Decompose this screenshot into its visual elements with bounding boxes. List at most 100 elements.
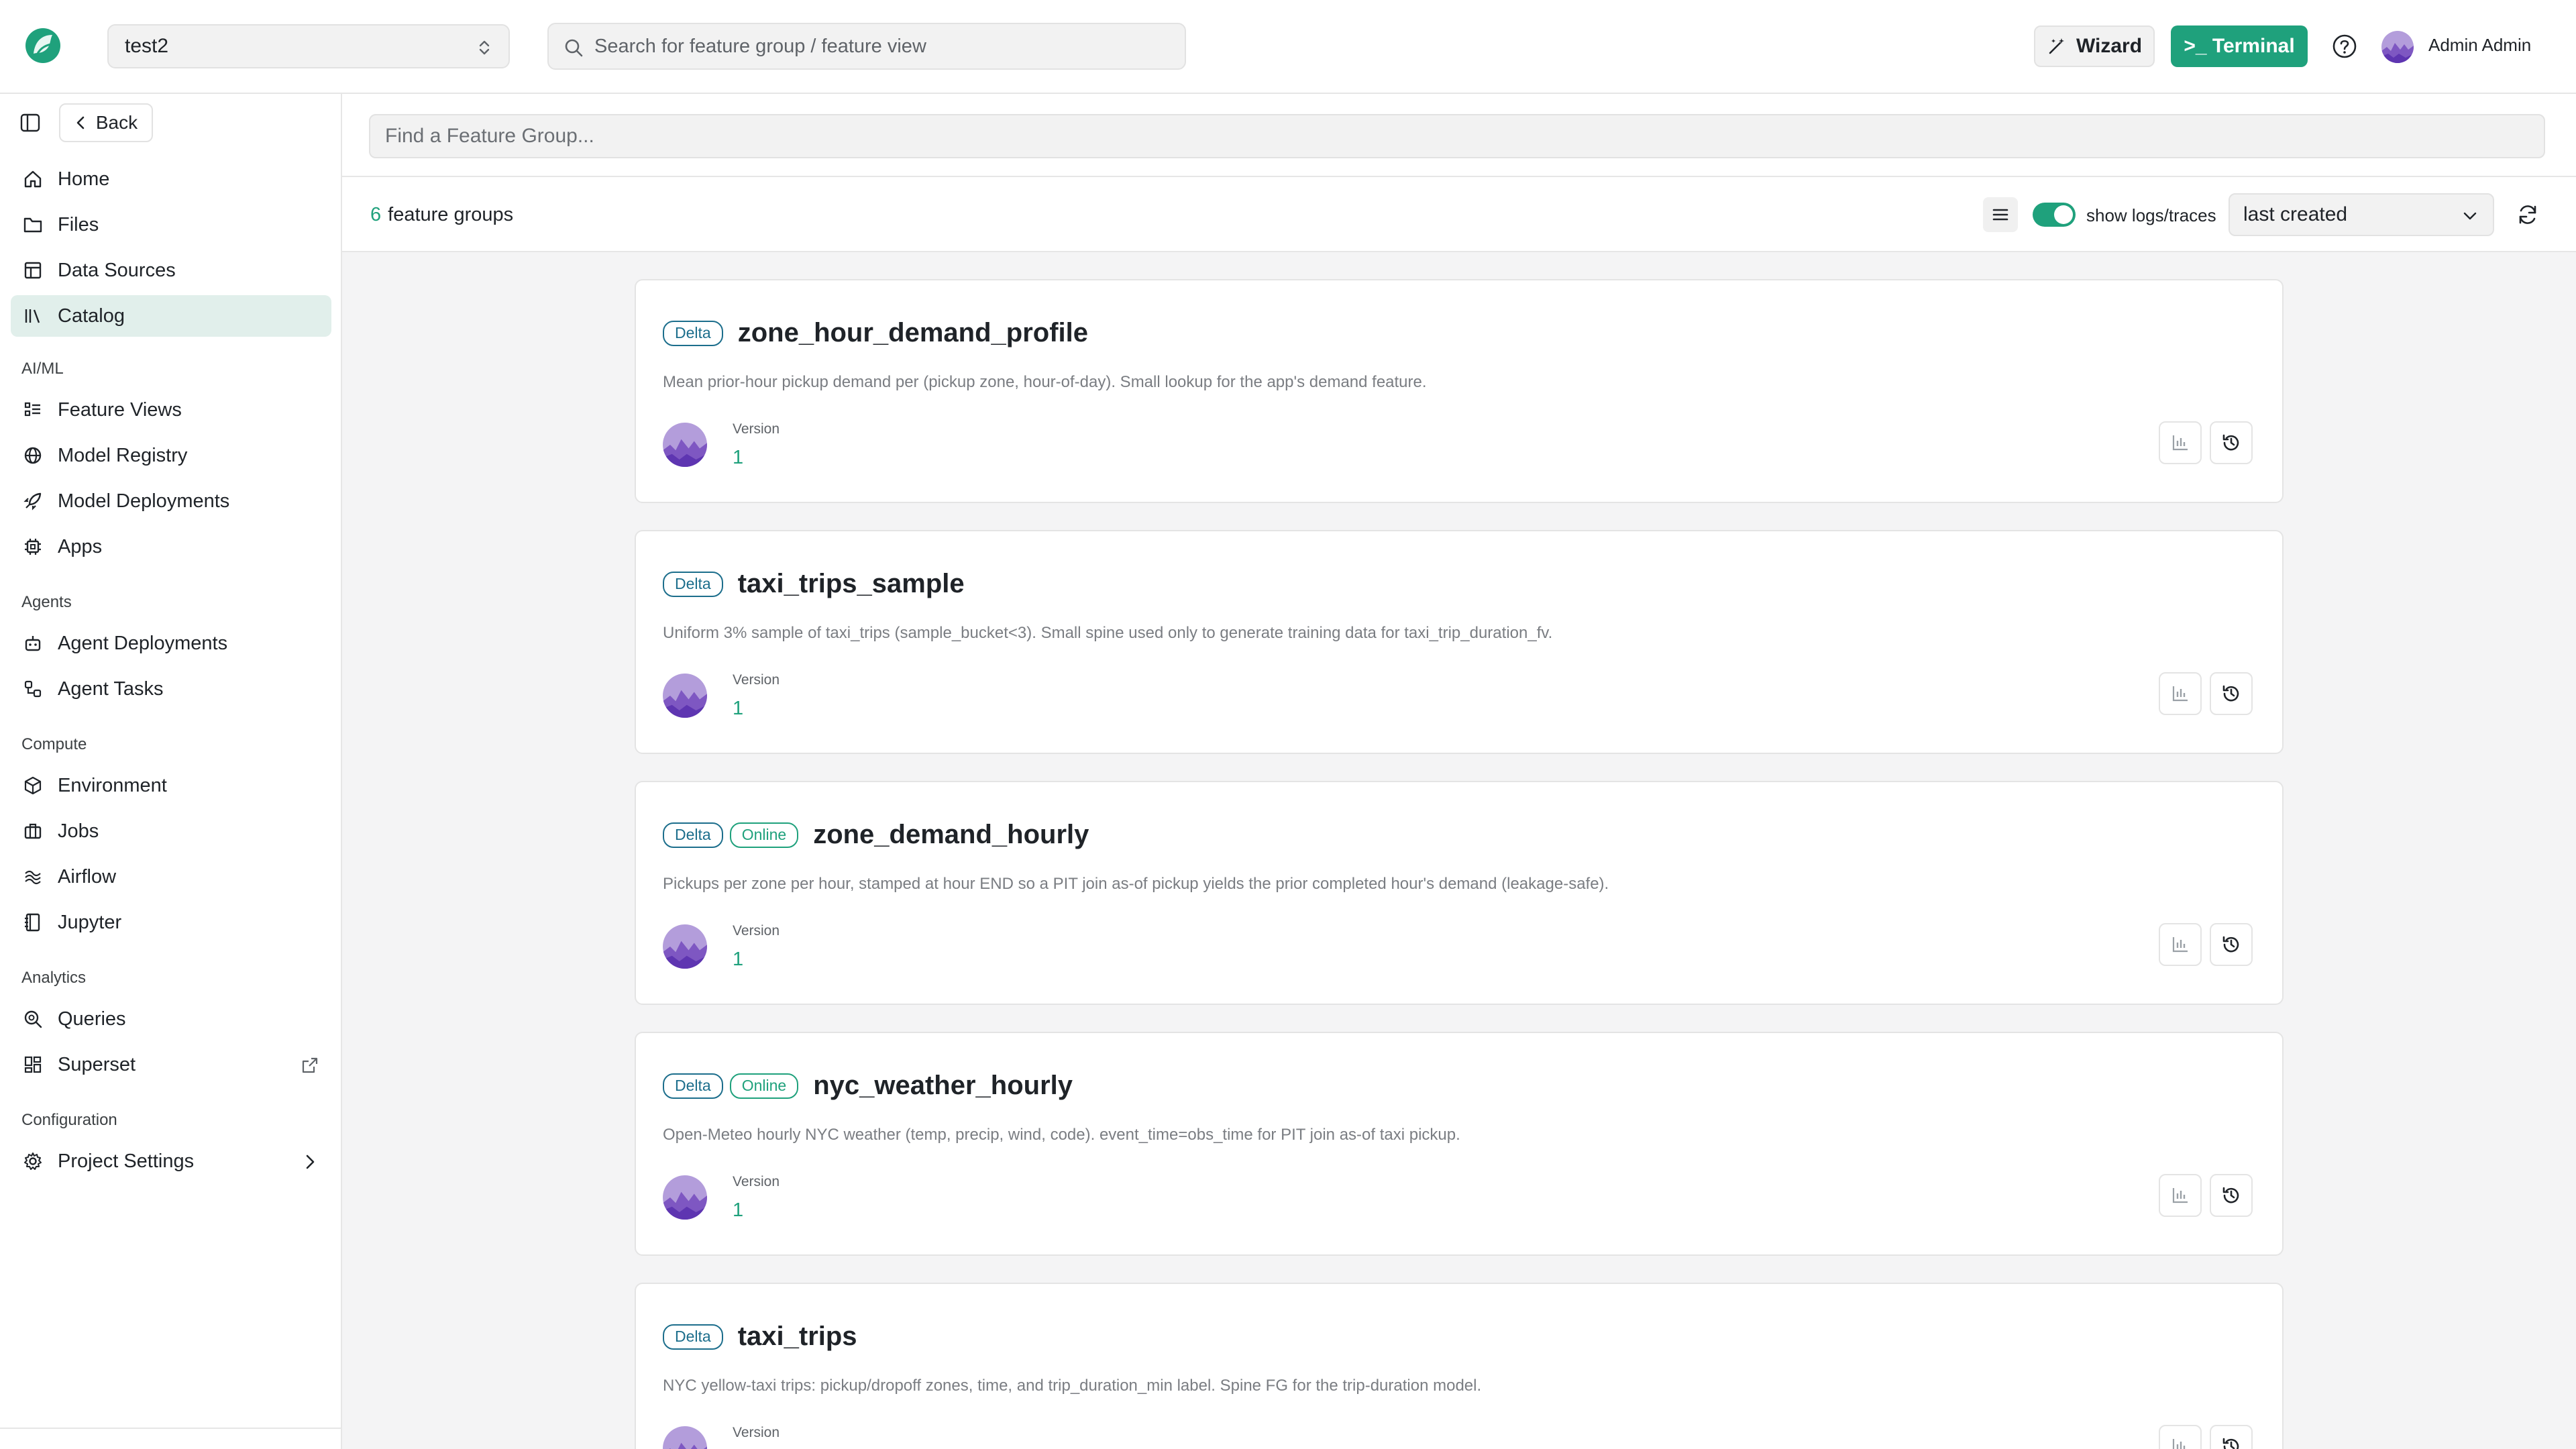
sidebar-item-environment[interactable]: Environment: [11, 765, 331, 806]
home-icon: [24, 170, 42, 188]
statistics-button[interactable]: [2159, 672, 2202, 715]
sidebar-item-catalog[interactable]: Catalog: [11, 295, 331, 337]
top-bar: test2 Search for feature group / feature…: [0, 0, 2576, 94]
global-search-input[interactable]: Search for feature group / feature view: [547, 23, 1186, 70]
statistics-button[interactable]: [2159, 923, 2202, 966]
feature-group-card[interactable]: Delta zone_hour_demand_profile Mean prior-…: [635, 279, 2284, 503]
sidebar-item-label: Data Sources: [58, 259, 176, 281]
activity-history-button[interactable]: [2210, 923, 2253, 966]
list-toolbar: 6 feature groups show logs/traces last cr…: [342, 177, 2576, 252]
sidebar-item-label: Jobs: [58, 820, 99, 842]
find-feature-group-input[interactable]: Find a Feature Group...: [369, 114, 2545, 158]
feature-group-name[interactable]: zone_hour_demand_profile: [738, 318, 1088, 348]
search-icon: [565, 39, 583, 57]
version-value[interactable]: 1: [733, 698, 743, 720]
help-icon[interactable]: [2332, 34, 2357, 59]
sidebar-item-feature-views[interactable]: Feature Views: [11, 389, 331, 431]
badge-delta: Delta: [663, 320, 723, 346]
rocket-icon: [23, 492, 42, 511]
dashboard-icon: [24, 1056, 42, 1073]
sidebar-item-superset[interactable]: Superset: [11, 1044, 331, 1085]
version-label: Version: [733, 1425, 780, 1440]
sidebar-item-agent-tasks[interactable]: Agent Tasks: [11, 668, 331, 710]
sidebar-item-data-sources[interactable]: Data Sources: [11, 250, 331, 291]
sidebar-item-label: Jupyter: [58, 911, 122, 933]
version-label: Version: [733, 1174, 780, 1189]
sidebar-item-project-settings[interactable]: Project Settings: [11, 1140, 331, 1182]
feature-group-card[interactable]: Delta Online zone_demand_hourly Pickups per…: [635, 781, 2284, 1005]
feature-group-description: Open-Meteo hourly NYC weather (temp, pre…: [663, 1126, 1460, 1144]
sort-select[interactable]: last created: [2229, 193, 2494, 236]
statistics-button[interactable]: [2159, 1425, 2202, 1449]
version-label: Version: [733, 923, 780, 938]
back-button[interactable]: Back: [59, 103, 153, 142]
card-header: Delta Online zone_demand_hourly: [663, 820, 1089, 850]
version-value[interactable]: 1: [733, 1199, 743, 1222]
statistics-button[interactable]: [2159, 1174, 2202, 1217]
search-placeholder: Search for feature group / feature view: [594, 35, 926, 57]
user-avatar[interactable]: [2381, 31, 2414, 63]
show-logs-toggle[interactable]: [2033, 203, 2076, 227]
chevron-down-icon: [2463, 212, 2477, 220]
feature-group-name[interactable]: zone_demand_hourly: [813, 820, 1089, 850]
sidebar-item-queries[interactable]: Queries: [11, 998, 331, 1040]
section-label-aiml: AI/ML: [21, 360, 64, 378]
sidebar-toggle-icon[interactable]: [19, 111, 42, 134]
activity-history-button[interactable]: [2210, 672, 2253, 715]
sidebar-item-home[interactable]: Home: [11, 158, 331, 200]
sidebar-item-label: Airflow: [58, 865, 117, 888]
sidebar-item-model-deployments[interactable]: Model Deployments: [11, 480, 331, 522]
count-label: feature groups: [388, 204, 514, 225]
activity-history-button[interactable]: [2210, 421, 2253, 464]
tasks-icon: [24, 680, 42, 698]
list-view-button[interactable]: [1983, 197, 2018, 232]
author-avatar: [663, 1175, 707, 1220]
activity-history-button[interactable]: [2210, 1174, 2253, 1217]
sidebar-item-jobs[interactable]: Jobs: [11, 810, 331, 852]
sidebar-item-agent-deployments[interactable]: Agent Deployments: [11, 623, 331, 664]
history-icon: [2222, 1438, 2239, 1449]
version-value[interactable]: 1: [733, 447, 743, 469]
sidebar-item-model-registry[interactable]: Model Registry: [11, 435, 331, 476]
wizard-button[interactable]: Wizard: [2034, 25, 2155, 67]
feature-group-name[interactable]: taxi_trips: [738, 1322, 857, 1352]
wind-icon: [25, 870, 41, 885]
hopsworks-logo[interactable]: [24, 27, 62, 64]
section-label-analytics: Analytics: [21, 969, 87, 987]
sidebar-item-label: Home: [58, 168, 110, 190]
feature-group-name[interactable]: nyc_weather_hourly: [813, 1071, 1073, 1101]
version-label: Version: [733, 672, 780, 688]
sidebar-item-jupyter[interactable]: Jupyter: [11, 902, 331, 943]
sidebar-item-airflow[interactable]: Airflow: [11, 856, 331, 898]
refresh-icon[interactable]: [2516, 203, 2540, 227]
history-icon: [2222, 936, 2239, 953]
user-name[interactable]: Admin Admin: [2428, 35, 2531, 56]
feature-group-card[interactable]: Delta taxi_trips NYC yellow-taxi trips: pi…: [635, 1283, 2284, 1449]
project-name: test2: [125, 35, 169, 57]
badge-delta: Delta: [663, 571, 723, 597]
briefcase-icon: [24, 823, 42, 839]
sidebar-item-apps[interactable]: Apps: [11, 526, 331, 568]
statistics-button[interactable]: [2159, 421, 2202, 464]
bot-icon: [25, 636, 41, 651]
show-logs-label: show logs/traces: [2086, 205, 2216, 225]
project-select[interactable]: test2: [107, 24, 510, 68]
version-value[interactable]: 1: [733, 949, 743, 971]
feature-group-card[interactable]: Delta Online nyc_weather_hourly Open-Meteo …: [635, 1032, 2284, 1256]
feature-group-description: Uniform 3% sample of taxi_trips (sample_…: [663, 624, 1553, 642]
activity-history-button[interactable]: [2210, 1425, 2253, 1449]
sidebar-item-label: Project Settings: [58, 1150, 195, 1172]
card-header: Delta taxi_trips: [663, 1322, 857, 1352]
count-number: 6: [370, 204, 382, 225]
feature-group-card[interactable]: Delta taxi_trips_sample Uniform 3% sample …: [635, 530, 2284, 754]
back-label: Back: [95, 112, 138, 133]
section-label-agents: Agents: [21, 593, 72, 611]
feature-group-name[interactable]: taxi_trips_sample: [738, 569, 965, 599]
find-bar: Find a Feature Group...: [342, 94, 2576, 177]
sidebar-item-files[interactable]: Files: [11, 204, 331, 246]
terminal-button[interactable]: >_ Terminal: [2171, 25, 2308, 67]
section-label-configuration: Configuration: [21, 1111, 117, 1129]
feature-group-count: 6 feature groups: [370, 204, 513, 226]
box-icon: [24, 776, 42, 795]
library-icon: [25, 309, 40, 323]
